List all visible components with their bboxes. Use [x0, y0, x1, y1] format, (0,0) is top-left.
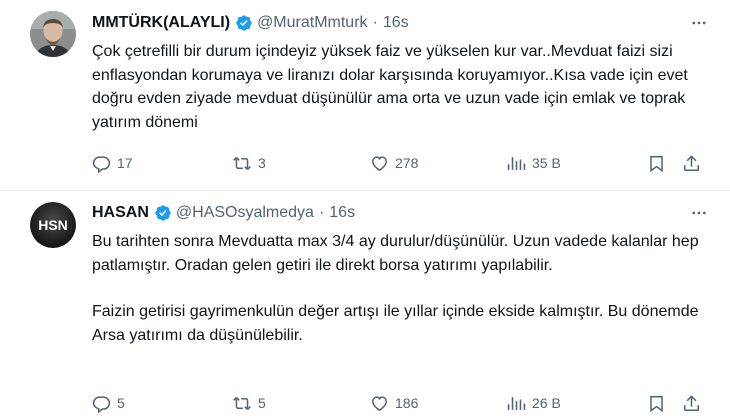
more-icon[interactable]	[690, 204, 708, 227]
heart-icon	[370, 394, 389, 413]
bookmark-icon	[647, 154, 666, 173]
views-count: 26 B	[532, 395, 561, 411]
share-icon	[682, 154, 701, 173]
separator: ·	[372, 14, 378, 31]
like-count: 186	[395, 395, 419, 411]
reply-icon	[92, 394, 111, 413]
bookmark-button[interactable]	[647, 154, 666, 173]
action-bar: 17 3 278 35 B	[92, 152, 708, 174]
avatar[interactable]: HSN	[30, 202, 76, 248]
reply-count: 17	[117, 155, 133, 171]
share-icon	[682, 394, 701, 413]
author-handle[interactable]: @HASOsyalmedya	[176, 204, 314, 222]
tweet[interactable]: MMTÜRK(ALAYLI) @MuratMmturk · 16s Çok çe…	[0, 0, 730, 190]
retweet-count: 5	[258, 395, 266, 411]
views-count: 35 B	[532, 155, 561, 171]
share-button[interactable]	[682, 154, 701, 173]
tweet-paragraph: Bu tarihten sonra Mevduatta max 3/4 ay d…	[92, 233, 699, 274]
tweet-text: Bu tarihten sonra Mevduatta max 3/4 ay d…	[92, 230, 702, 347]
tweet-paragraph: Faizin getirisi gayrimenkulün değer artı…	[92, 303, 699, 344]
reply-icon	[92, 154, 111, 173]
bookmark-icon	[647, 394, 666, 413]
tweet[interactable]: HSN HASAN @HASOsyalmedya · 16s Bu tariht…	[0, 190, 730, 420]
hsn-logo-icon: HSN	[30, 202, 76, 248]
tweet-paragraph: Çok çetrefilli bir durum içindeyiz yükse…	[92, 43, 688, 131]
reply-button[interactable]: 5	[92, 394, 125, 413]
like-button[interactable]: 186	[370, 394, 418, 413]
avatar-photo-icon	[30, 11, 76, 57]
avatar[interactable]	[30, 11, 76, 57]
retweet-count: 3	[258, 155, 266, 171]
views-button[interactable]: 35 B	[507, 154, 561, 173]
timestamp[interactable]: 16s	[383, 14, 409, 32]
svg-text:HSN: HSN	[38, 217, 68, 233]
tweet-header: MMTÜRK(ALAYLI) @MuratMmturk · 16s	[92, 12, 409, 34]
separator: ·	[318, 204, 325, 221]
author-name[interactable]: MMTÜRK(ALAYLI)	[92, 14, 230, 32]
retweet-button[interactable]: 5	[232, 394, 266, 413]
action-bar: 5 5 186 26 B	[92, 392, 708, 414]
retweet-icon	[232, 394, 252, 413]
like-button[interactable]: 278	[370, 154, 418, 173]
tweet-header: HASAN @HASOsyalmedya · 16s	[92, 202, 355, 224]
views-icon	[507, 394, 526, 413]
reply-count: 5	[117, 395, 125, 411]
verified-badge-icon	[235, 14, 253, 32]
retweet-icon	[232, 154, 252, 173]
author-name[interactable]: HASAN	[92, 204, 149, 222]
views-icon	[507, 154, 526, 173]
bookmark-button[interactable]	[647, 394, 666, 413]
heart-icon	[370, 154, 389, 173]
more-icon[interactable]	[690, 14, 708, 37]
retweet-button[interactable]: 3	[232, 154, 266, 173]
views-button[interactable]: 26 B	[507, 394, 561, 413]
author-handle[interactable]: @MuratMmturk	[257, 14, 367, 32]
verified-badge-icon	[154, 204, 172, 222]
tweet-text: Çok çetrefilli bir durum içindeyiz yükse…	[92, 40, 702, 134]
share-button[interactable]	[682, 394, 701, 413]
timestamp[interactable]: 16s	[329, 204, 355, 222]
like-count: 278	[395, 155, 419, 171]
reply-button[interactable]: 17	[92, 154, 133, 173]
